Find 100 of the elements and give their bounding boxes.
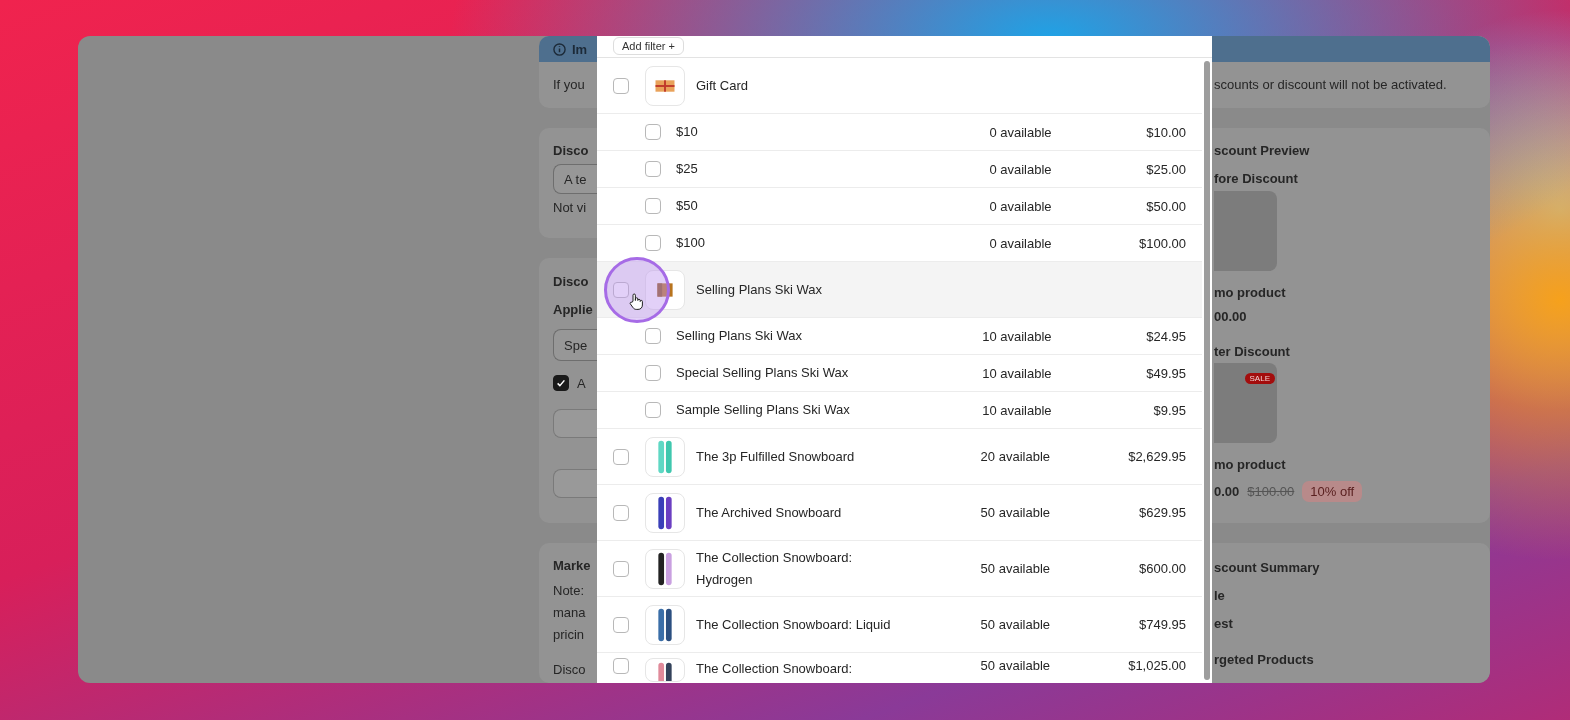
price-text: $9.95 bbox=[1152, 402, 1186, 418]
price-text: $25.00 bbox=[1145, 161, 1186, 177]
sale-badge: SALE bbox=[1244, 373, 1275, 384]
scrollbar[interactable] bbox=[1204, 61, 1210, 680]
price-text: $49.95 bbox=[1145, 365, 1186, 381]
variant-name: $50 bbox=[676, 197, 699, 215]
product-thumbnail bbox=[645, 436, 685, 477]
product-row[interactable]: Gift Card bbox=[597, 58, 1202, 114]
price-text: $50.00 bbox=[1145, 198, 1186, 214]
availability-text: 50 available bbox=[979, 505, 1050, 520]
variant-row[interactable]: $25 0 available $25.00 bbox=[597, 151, 1202, 188]
product-thumbnail bbox=[645, 492, 685, 533]
price-text: $749.95 bbox=[1138, 617, 1186, 632]
discount-badge: 10% off bbox=[1302, 481, 1363, 502]
card-heading: Disco bbox=[553, 274, 590, 290]
note-text: mana bbox=[553, 604, 587, 622]
product-name: The Archived Snowboard bbox=[696, 503, 843, 522]
variant-name: $10 bbox=[676, 123, 699, 141]
add-filter-button[interactable]: Add filter + bbox=[613, 37, 684, 55]
notice-text: If you bbox=[553, 77, 586, 92]
variant-name: Selling Plans Ski Wax bbox=[676, 327, 803, 345]
checkbox[interactable] bbox=[645, 328, 661, 344]
price-text: $24.95 bbox=[1145, 328, 1186, 344]
product-name: The Collection Snowboard: bbox=[696, 660, 854, 678]
price-text: $1,025.00 bbox=[1127, 658, 1186, 673]
card-heading: scount Preview bbox=[1214, 143, 1311, 159]
summary-text: le bbox=[1214, 588, 1226, 604]
product-title: mo product bbox=[1214, 285, 1287, 301]
checkbox[interactable] bbox=[613, 504, 629, 521]
product-title: mo product bbox=[1214, 457, 1287, 473]
product-thumbnail bbox=[645, 65, 685, 106]
price-text: $600.00 bbox=[1138, 561, 1186, 576]
checkbox[interactable] bbox=[645, 402, 661, 418]
product-name: The Collection Snowboard: Liquid bbox=[696, 615, 892, 634]
check-icon bbox=[555, 377, 567, 389]
variant-row[interactable]: Special Selling Plans Ski Wax 10 available $49.95 bbox=[597, 355, 1202, 392]
secondary-button[interactable] bbox=[553, 409, 597, 438]
checkbox[interactable] bbox=[553, 375, 569, 391]
product-name: Selling Plans Ski Wax bbox=[696, 280, 823, 299]
card-heading: scount Summary bbox=[1214, 560, 1321, 576]
availability-text: 0 available bbox=[988, 198, 1052, 214]
checkbox[interactable] bbox=[613, 560, 629, 577]
availability-text: 0 available bbox=[988, 161, 1052, 177]
checkbox[interactable] bbox=[613, 281, 629, 298]
checkbox[interactable] bbox=[613, 616, 629, 633]
variant-name: $25 bbox=[676, 160, 699, 178]
info-icon bbox=[553, 42, 566, 56]
availability-text: 10 available bbox=[981, 365, 1052, 381]
product-name: Gift Card bbox=[696, 76, 749, 95]
checkbox[interactable] bbox=[613, 658, 629, 674]
product-row[interactable]: The Archived Snowboard 50 available $629.95 bbox=[597, 485, 1202, 541]
price-text: $100.00 bbox=[1138, 235, 1186, 251]
product-row[interactable]: The Collection Snowboard: 50 available $1,025.00 bbox=[597, 653, 1202, 683]
select-field[interactable]: Spe bbox=[553, 329, 597, 361]
section-label: ter Discount bbox=[1214, 344, 1291, 360]
availability-text: 10 available bbox=[981, 328, 1052, 344]
product-row[interactable]: The Collection Snowboard: Liquid 50 available $749.95 bbox=[597, 597, 1202, 653]
note-text: Note: bbox=[553, 582, 586, 600]
product-name: The Collection Snowboard: Hydrogen bbox=[696, 548, 854, 589]
secondary-button[interactable] bbox=[553, 469, 597, 498]
product-row[interactable]: The 3p Fulfilled Snowboard 20 available $2,629.95 bbox=[597, 429, 1202, 485]
variant-name: $100 bbox=[676, 234, 706, 252]
compare-price: $100.00 bbox=[1247, 484, 1295, 499]
availability-text: 20 available bbox=[979, 449, 1050, 464]
checkbox[interactable] bbox=[613, 77, 629, 94]
price-text: $2,629.95 bbox=[1127, 449, 1186, 464]
sale-price: 0.00 bbox=[1214, 484, 1240, 499]
price-text: $10.00 bbox=[1145, 124, 1186, 140]
help-text: Not vi bbox=[553, 200, 588, 216]
variant-name: Sample Selling Plans Ski Wax bbox=[676, 401, 851, 419]
hand-cursor-icon bbox=[629, 293, 643, 310]
variant-row[interactable]: Sample Selling Plans Ski Wax 10 available $9.95 bbox=[597, 392, 1202, 429]
checkbox[interactable] bbox=[645, 198, 661, 214]
variant-row[interactable]: $50 0 available $50.00 bbox=[597, 188, 1202, 225]
variant-row[interactable]: $10 0 available $10.00 bbox=[597, 114, 1202, 151]
checkbox[interactable] bbox=[645, 124, 661, 140]
product-thumbnail bbox=[645, 604, 685, 645]
product-row[interactable]: The Collection Snowboard: Hydrogen 50 available $600.00 bbox=[597, 541, 1202, 597]
checkbox[interactable] bbox=[645, 161, 661, 177]
availability-text: 50 available bbox=[979, 617, 1050, 632]
product-price: 00.00 bbox=[1214, 309, 1248, 325]
notice-text: scounts or discount will not be activated. bbox=[1214, 77, 1448, 92]
product-thumbnail bbox=[645, 269, 685, 310]
subheading: Disco bbox=[553, 662, 587, 678]
checkbox[interactable] bbox=[645, 235, 661, 251]
checkbox[interactable] bbox=[613, 448, 629, 465]
notice-title: Im bbox=[572, 41, 588, 57]
field-label: Applie bbox=[553, 302, 594, 318]
price-text: $629.95 bbox=[1138, 505, 1186, 520]
summary-text: est bbox=[1214, 616, 1234, 632]
product-row[interactable]: Selling Plans Ski Wax bbox=[597, 262, 1202, 318]
checkbox[interactable] bbox=[645, 365, 661, 381]
availability-text: 0 available bbox=[988, 235, 1052, 251]
note-text: pricin bbox=[553, 626, 586, 644]
checkbox-label: A bbox=[577, 375, 586, 391]
title-field[interactable]: A te bbox=[553, 164, 597, 194]
variant-name: Special Selling Plans Ski Wax bbox=[676, 364, 850, 382]
card-heading: Disco bbox=[553, 143, 590, 159]
variant-row[interactable]: Selling Plans Ski Wax 10 available $24.95 bbox=[597, 318, 1202, 355]
availability-text: 10 available bbox=[981, 402, 1052, 418]
